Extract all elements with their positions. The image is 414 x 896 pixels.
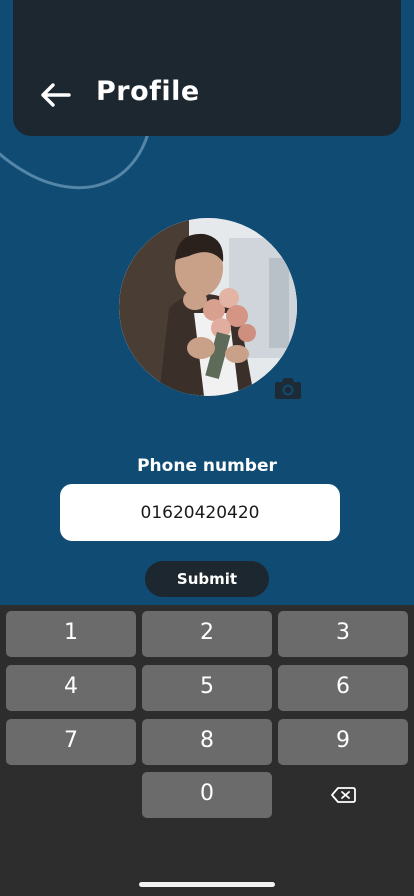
numeric-keyboard: 1 2 3 4 5 6 7 8 9 0	[0, 605, 414, 896]
submit-button[interactable]: Submit	[145, 561, 269, 597]
change-photo-button[interactable]	[274, 376, 302, 400]
backspace-icon	[331, 787, 356, 803]
key-9[interactable]: 9	[278, 719, 408, 765]
back-button[interactable]	[37, 78, 73, 112]
backspace-key[interactable]	[278, 772, 408, 818]
key-0[interactable]: 0	[142, 772, 272, 818]
key-4[interactable]: 4	[6, 665, 136, 711]
phone-number-label: Phone number	[137, 456, 277, 476]
key-1[interactable]: 1	[6, 611, 136, 657]
avatar[interactable]	[119, 218, 297, 396]
avatar-container	[119, 218, 301, 399]
key-2[interactable]: 2	[142, 611, 272, 657]
key-3[interactable]: 3	[278, 611, 408, 657]
app-header: Profile	[13, 0, 401, 136]
key-6[interactable]: 6	[278, 665, 408, 711]
key-7[interactable]: 7	[6, 719, 136, 765]
home-indicator	[139, 882, 275, 887]
arrow-left-icon	[41, 83, 71, 107]
camera-icon	[275, 378, 301, 399]
phone-number-input[interactable]	[60, 484, 340, 541]
key-8[interactable]: 8	[142, 719, 272, 765]
key-5[interactable]: 5	[142, 665, 272, 711]
page-title: Profile	[96, 76, 200, 107]
profile-photo	[119, 218, 297, 396]
